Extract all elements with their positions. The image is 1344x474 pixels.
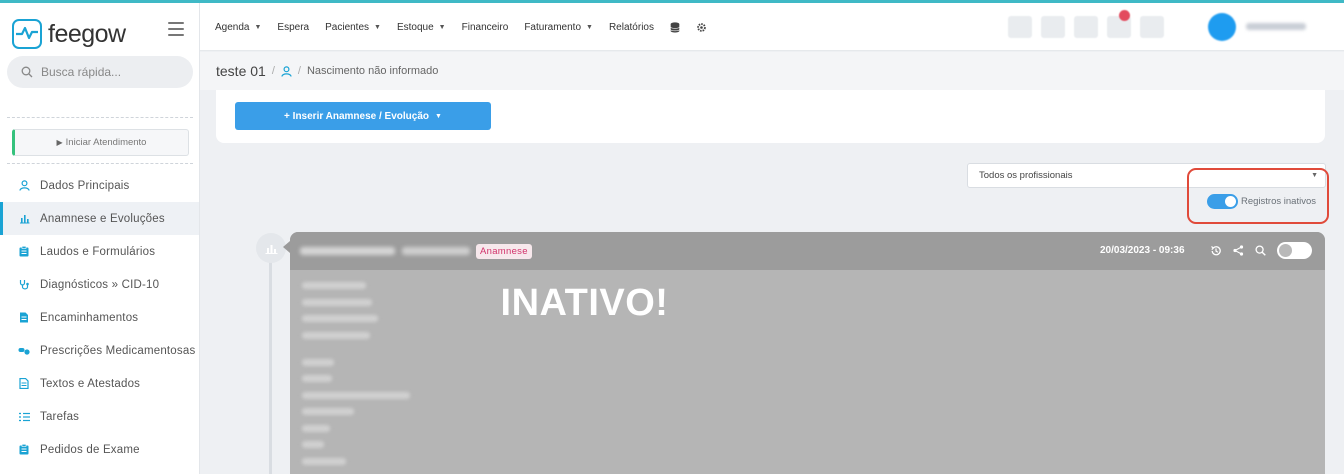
sidebar-item-textos[interactable]: Textos e Atestados [0, 367, 199, 400]
zoom-icon[interactable] [1255, 245, 1266, 256]
sidebar-item-label: Anamnese e Evoluções [40, 212, 165, 225]
caret-down-icon: ▼ [254, 23, 262, 31]
avatar[interactable] [1208, 13, 1236, 41]
history-icon[interactable] [1210, 245, 1222, 257]
clipboard-icon [18, 246, 30, 258]
professional-filter-value: Todos os profissionais [979, 170, 1073, 181]
sidebar-item-anamnese[interactable]: Anamnese e Evoluções [0, 202, 199, 235]
record-datetime: 20/03/2023 - 09:36 [1100, 245, 1185, 256]
insert-anamnese-label: + Inserir Anamnese / Evolução [284, 110, 430, 122]
patient-user-icon[interactable] [281, 65, 292, 77]
brand-name: feegow [48, 19, 126, 48]
inactive-records-label: Registros inativos [1241, 196, 1316, 207]
birth-info: Nascimento não informado [306, 65, 439, 77]
insert-anamnese-button[interactable]: + Inserir Anamnese / Evolução ▼ [235, 102, 491, 130]
divider [7, 163, 193, 164]
record-active-toggle[interactable] [1277, 242, 1312, 259]
user-name-redacted[interactable] [1246, 23, 1306, 30]
timeline-line [269, 262, 272, 474]
sidebar-item-label: Pedidos de Exame [40, 443, 140, 456]
chart-icon [265, 244, 277, 254]
start-appointment-label: Iniciar Atendimento [65, 137, 147, 148]
sidebar-item-dados-principais[interactable]: Dados Principais [0, 169, 199, 202]
pills-icon [18, 345, 30, 357]
sidebar-item-label: Dados Principais [40, 179, 130, 192]
start-appointment-button[interactable]: ▶ Iniciar Atendimento [12, 129, 189, 156]
chart-icon [18, 213, 30, 225]
divider [7, 117, 193, 118]
breadcrumb: teste 01 / / Nascimento não informado [200, 52, 1344, 90]
nav-relatorios[interactable]: Relatórios [609, 22, 654, 33]
caret-down-icon: ▼ [435, 112, 442, 120]
anamnese-record-card: Anamnese 20/03/2023 - 09:36 INATIVO! [290, 232, 1325, 474]
sidebar-item-label: Prescrições Medicamentosas [40, 344, 196, 357]
nav-financeiro[interactable]: Financeiro [462, 22, 509, 33]
sidebar-item-label: Tarefas [40, 410, 80, 423]
sidebar-item-diagnosticos[interactable]: Diagnósticos » CID-10 [0, 268, 199, 301]
tool-icon[interactable] [1008, 16, 1032, 38]
sidebar-item-label: Diagnósticos » CID-10 [40, 278, 160, 291]
nav-espera[interactable]: Espera [277, 22, 309, 33]
record-type-tag: Anamnese [476, 244, 532, 259]
professional-name-redacted [300, 247, 395, 255]
top-navbar: Agenda ▼ Espera Pacientes ▼ Estoque ▼ Finan… [200, 3, 1344, 51]
patient-name[interactable]: teste 01 [216, 63, 266, 79]
document-icon [18, 312, 30, 324]
logo[interactable]: feegow [12, 17, 162, 51]
sidebar-item-label: Laudos e Formulários [40, 245, 156, 258]
search-input[interactable] [41, 65, 181, 79]
heartbeat-logo-icon [12, 19, 42, 49]
timeline-badge [256, 233, 286, 263]
menu-toggle-icon[interactable] [168, 22, 184, 36]
notification-icon[interactable] [1107, 10, 1131, 38]
gear-icon[interactable] [696, 22, 707, 33]
sidebar-item-prescricoes[interactable]: Prescrições Medicamentosas [0, 334, 199, 367]
tool-icon[interactable] [1041, 16, 1065, 38]
timeline-arrow [283, 241, 290, 253]
inactive-overlay-label: INATIVO! [500, 282, 669, 324]
search-icon [21, 66, 33, 78]
sidebar-item-laudos[interactable]: Laudos e Formulários [0, 235, 199, 268]
sidebar-item-tarefas[interactable]: Tarefas [0, 400, 199, 433]
sidebar-item-pedidos-exame[interactable]: Pedidos de Exame [0, 433, 199, 466]
sidebar-item-encaminhamentos[interactable]: Encaminhamentos [0, 301, 199, 334]
quick-search[interactable] [7, 56, 193, 88]
nav-estoque[interactable]: Estoque ▼ [397, 22, 446, 33]
nav-pacientes[interactable]: Pacientes ▼ [325, 22, 381, 33]
notification-badge [1119, 10, 1130, 21]
nav-faturamento[interactable]: Faturamento ▼ [524, 22, 593, 33]
caret-down-icon: ▼ [438, 23, 446, 31]
text-document-icon [18, 378, 30, 390]
tool-icon[interactable] [1140, 16, 1164, 38]
play-icon: ▶ [56, 138, 63, 147]
caret-down-icon: ▼ [586, 23, 593, 31]
sidebar-item-label: Textos e Atestados [40, 377, 141, 390]
sidebar: feegow ▶ Iniciar Atendimento Dados Princ… [0, 3, 200, 474]
inactive-records-toggle[interactable] [1207, 194, 1238, 209]
record-header: Anamnese 20/03/2023 - 09:36 [290, 232, 1325, 270]
specialty-redacted [402, 247, 470, 255]
user-icon [18, 180, 30, 192]
checklist-icon [18, 411, 30, 423]
stethoscope-icon [18, 279, 30, 291]
database-icon[interactable] [670, 21, 680, 33]
record-actions [1210, 242, 1312, 259]
clipboard-icon [18, 444, 30, 456]
caret-down-icon: ▼ [374, 23, 381, 31]
header-tools [1008, 10, 1173, 38]
tool-icon[interactable] [1074, 16, 1098, 38]
inactive-records-toggle-row: Registros inativos [1207, 194, 1316, 209]
share-icon[interactable] [1233, 245, 1244, 256]
sidebar-menu: Dados Principais Anamnese e Evoluções La… [0, 169, 199, 466]
sidebar-item-label: Encaminhamentos [40, 311, 139, 324]
nav-agenda[interactable]: Agenda ▼ [215, 22, 261, 33]
